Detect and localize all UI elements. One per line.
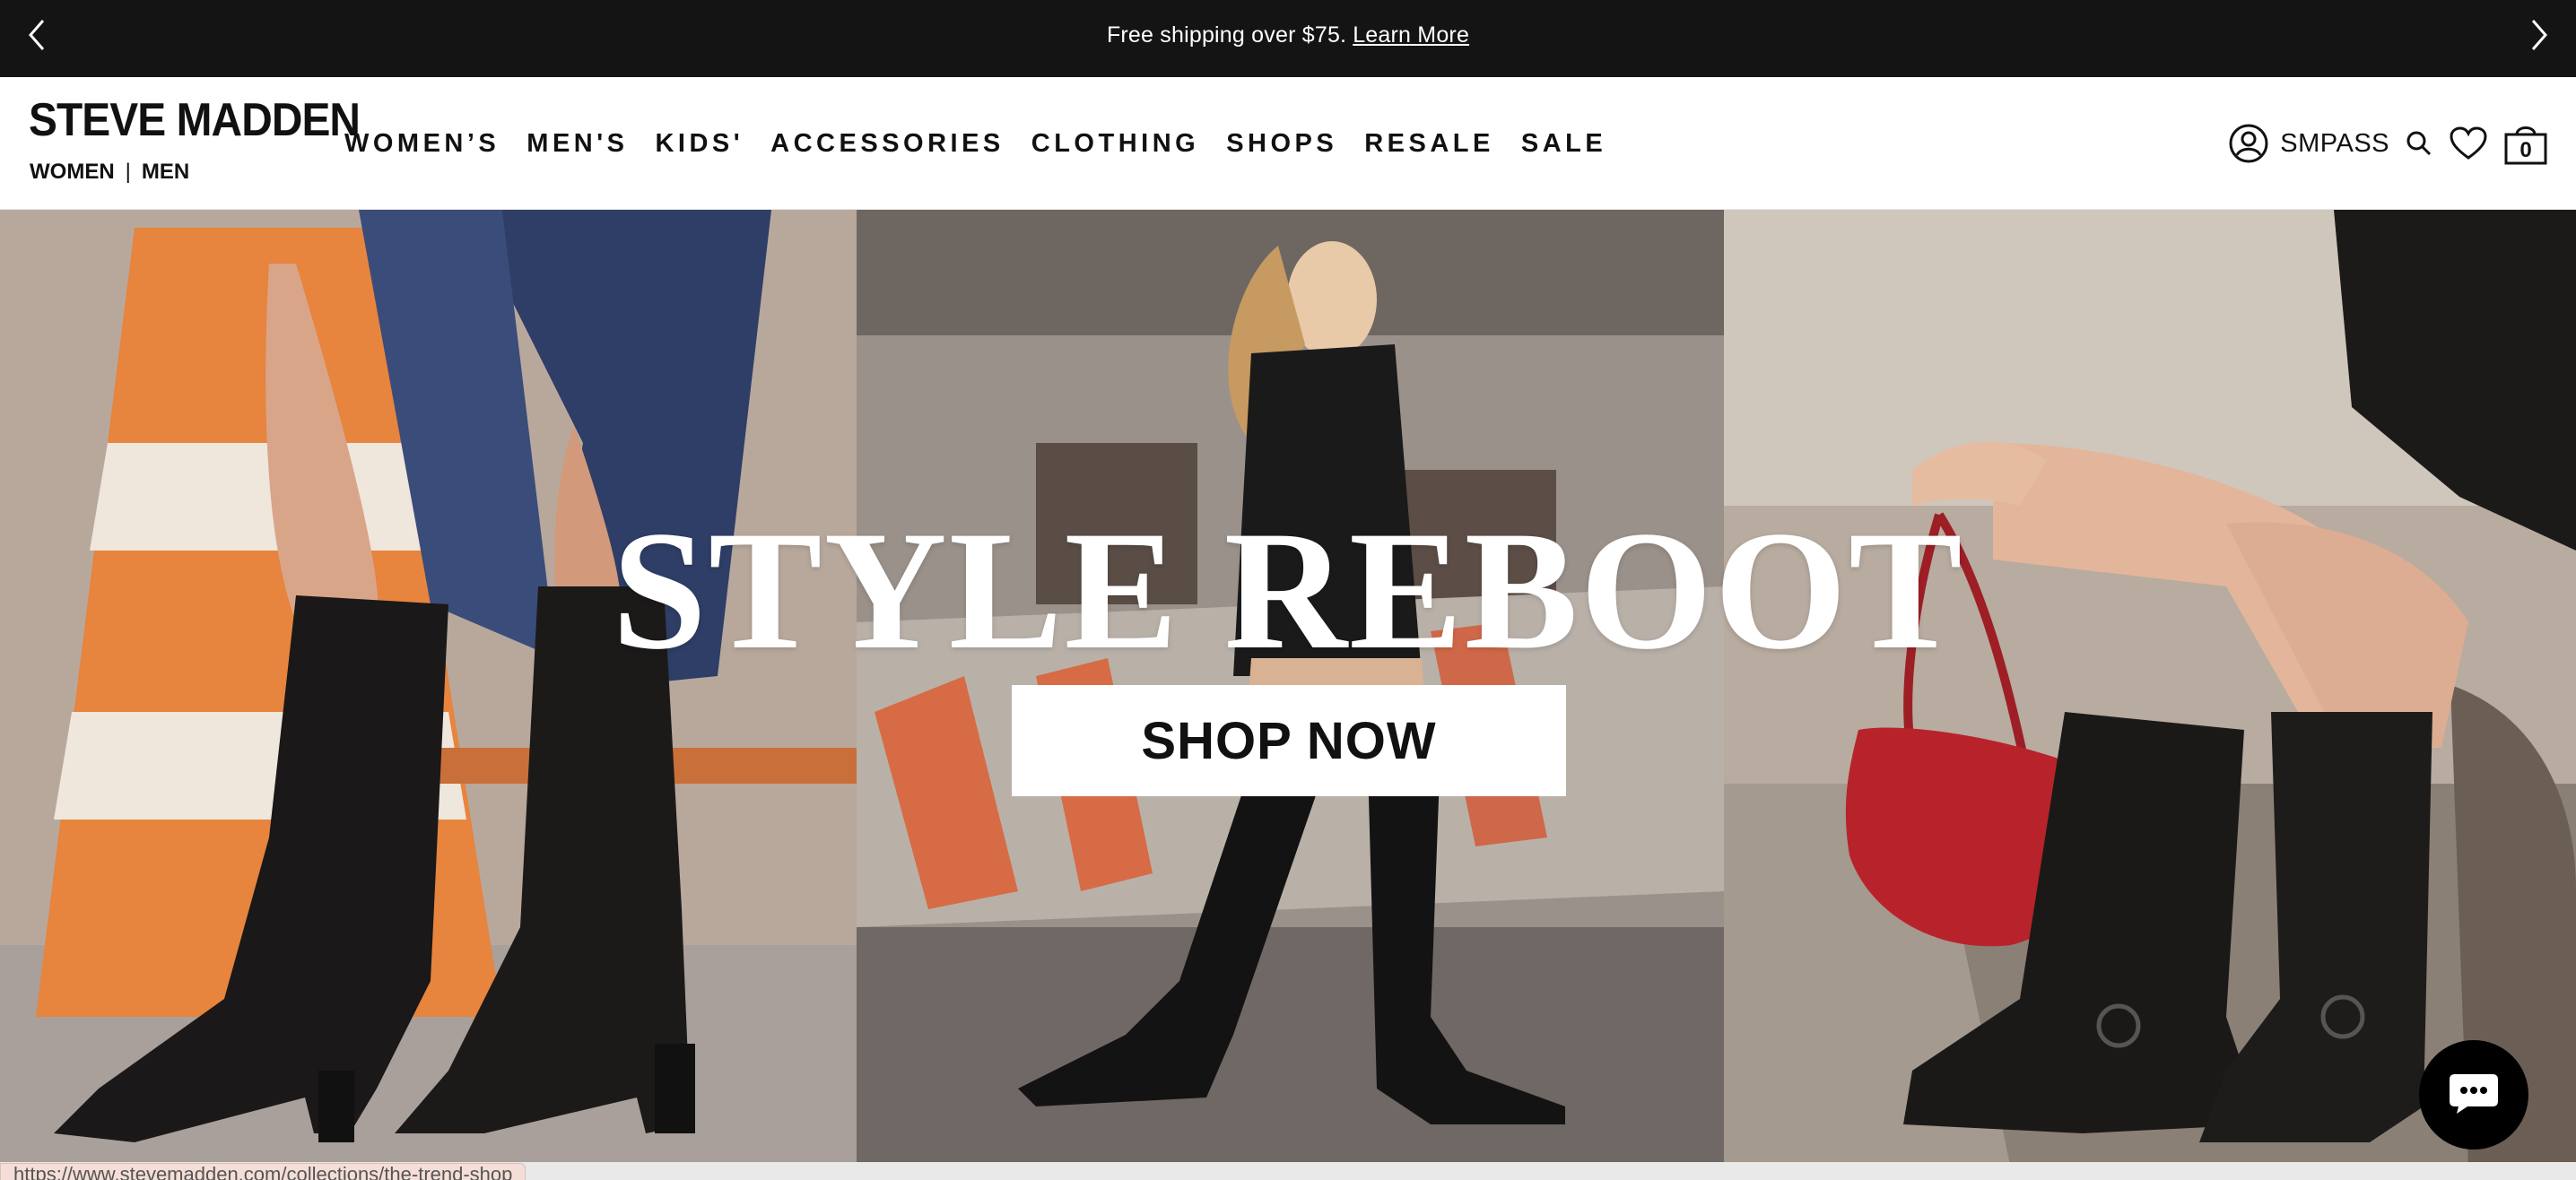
- main-nav: WOMEN’S MEN'S KIDS' ACCESSORIES CLOTHING…: [344, 77, 1633, 210]
- nav-item-sale[interactable]: SALE: [1521, 129, 1606, 159]
- status-url: https://www.stevemadden.com/collections/…: [0, 1163, 527, 1180]
- gender-women-link[interactable]: WOMEN: [30, 160, 115, 185]
- hero-headline: STYLE REBOOT: [612, 497, 1964, 685]
- gender-men-link[interactable]: MEN: [142, 160, 189, 185]
- nav-item-kids[interactable]: KIDS': [655, 129, 744, 159]
- announcement-text: Free shipping over $75.: [1106, 22, 1347, 48]
- gender-separator: |: [125, 160, 131, 184]
- chat-button[interactable]: [2419, 1040, 2528, 1150]
- nav-item-womens[interactable]: WOMEN’S: [344, 129, 500, 159]
- browser-status-bar: https://www.stevemadden.com/collections/…: [0, 1162, 2576, 1180]
- hero-image-right: [1724, 210, 2576, 1169]
- nav-item-clothing[interactable]: CLOTHING: [1031, 129, 1199, 159]
- account-label: SMPASS: [2280, 128, 2389, 158]
- gender-switch: WOMEN | MEN: [30, 160, 189, 185]
- shop-now-button[interactable]: SHOP NOW: [1012, 685, 1566, 796]
- bag-count: 0: [2519, 138, 2532, 162]
- announcement-bar: Free shipping over $75. Learn More: [0, 0, 2576, 77]
- search-icon[interactable]: [2404, 128, 2434, 159]
- nav-item-accessories[interactable]: ACCESSORIES: [770, 129, 1005, 159]
- nav-item-mens[interactable]: MEN'S: [527, 129, 628, 159]
- brand-logo[interactable]: STEVE MADDEN: [29, 97, 361, 143]
- user-circle-icon: [2228, 123, 2269, 164]
- nav-item-shops[interactable]: SHOPS: [1226, 129, 1337, 159]
- announcement-message: Free shipping over $75. Learn More: [0, 0, 2576, 70]
- header-utilities: SMPASS 0: [2228, 77, 2549, 210]
- learn-more-link[interactable]: Learn More: [1353, 22, 1469, 48]
- shopping-bag-icon[interactable]: 0: [2502, 120, 2549, 167]
- heart-icon[interactable]: [2449, 126, 2488, 161]
- hero-image-left: [0, 210, 857, 1169]
- site-header: STEVE MADDEN WOMEN | MEN WOMEN’S MEN'S K…: [0, 77, 2576, 210]
- chat-bubble-icon: [2448, 1071, 2500, 1120]
- chevron-right-icon[interactable]: [2520, 17, 2556, 53]
- account-link[interactable]: SMPASS: [2228, 123, 2389, 164]
- hero-banner[interactable]: STYLE REBOOT SHOP NOW: [0, 210, 2576, 1169]
- nav-item-resale[interactable]: RESALE: [1364, 129, 1494, 159]
